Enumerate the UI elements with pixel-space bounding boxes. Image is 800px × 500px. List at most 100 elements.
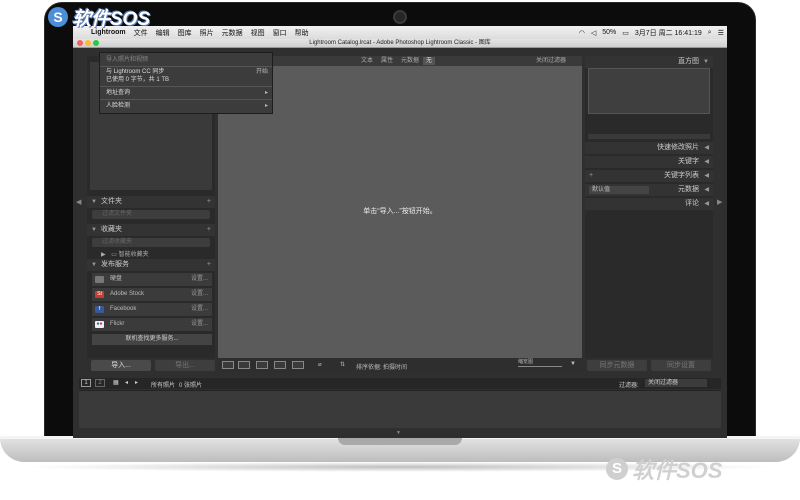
menu-library[interactable]: 图库 <box>174 28 196 38</box>
sync-label: 与 Lightroom CC 同步 <box>106 69 165 75</box>
forward-icon[interactable]: ▸ <box>135 379 138 386</box>
sync-start-action[interactable]: 开始 <box>256 68 268 76</box>
lightroom-app: ◀ ▶ ▼ 文件夹 + 过滤文件夹 ▼ 收藏夹 + 过滤收藏夹 ▶ ▭ 智能收藏夹 … <box>73 48 727 438</box>
filmstrip-filter-label: 过滤器: <box>619 383 639 389</box>
settings-link[interactable]: 设置... <box>191 303 208 316</box>
settings-link[interactable]: 设置... <box>191 273 208 286</box>
metadata-header[interactable]: 默认值 元数据 ◀ <box>585 184 713 196</box>
publish-services-header[interactable]: ▼ 发布服务 + <box>87 259 215 271</box>
spray-can-icon[interactable]: ⌀ <box>318 361 322 368</box>
library-toolbar: ⌀ ⇅ 排序依据: 拍摄时间 缩览图 ▼ <box>218 358 582 372</box>
filter-attribute-tab[interactable]: 属性 <box>378 57 396 65</box>
volume-icon[interactable]: ◁ <box>588 29 599 37</box>
export-button[interactable]: 导出... <box>155 360 215 371</box>
filmstrip-filter-select[interactable]: 关闭过滤器 <box>645 379 707 387</box>
histogram-display <box>588 68 710 114</box>
add-collection-icon[interactable]: + <box>207 224 211 236</box>
find-more-services-button[interactable]: 联机查找更多服务... <box>92 334 212 345</box>
filter-text-tab[interactable]: 文本 <box>358 57 376 65</box>
service-name: Facebook <box>110 306 137 312</box>
notification-icon[interactable]: ☰ <box>715 29 727 37</box>
flickr-service[interactable]: ●● Flickr 设置... <box>92 318 212 331</box>
empty-catalog-prompt: 单击“导入...”按钮开始。 <box>363 208 437 215</box>
quick-develop-header[interactable]: 快速修改照片 ◀ <box>585 142 713 154</box>
watermark-bottom: S 软件SOS <box>606 454 722 484</box>
search-icon[interactable]: ⌕ <box>705 29 715 37</box>
primary-window-button[interactable]: 1 <box>81 379 91 387</box>
smart-collections-item[interactable]: ▶ ▭ 智能收藏夹 <box>101 249 149 258</box>
menu-view[interactable]: 视图 <box>247 28 269 38</box>
sync-metadata-button[interactable]: 同步元数据 <box>587 360 647 371</box>
people-view-icon[interactable] <box>292 361 304 369</box>
grid-view-icon[interactable] <box>222 361 234 369</box>
left-panel-toggle[interactable]: ◀ <box>76 198 81 206</box>
keywording-header[interactable]: 关键字 ◀ <box>585 156 713 168</box>
keyword-list-header[interactable]: + 关键字列表 ◀ <box>585 170 713 182</box>
back-icon[interactable]: ◂ <box>125 379 128 386</box>
thumbnail-size-label: 缩览图 <box>518 359 534 365</box>
collections-label: 收藏夹 <box>100 226 122 233</box>
facebook-service[interactable]: f Facebook 设置... <box>92 303 212 316</box>
hard-drive-icon <box>95 276 104 283</box>
add-service-icon[interactable]: + <box>207 259 211 271</box>
wifi-icon[interactable]: ◠ <box>576 29 588 37</box>
comments-header[interactable]: 评论 ◀ <box>585 198 713 210</box>
filmstrip-header: 1 2 ▦ ◂ ▸ 所有照片 0 张照片 过滤器: 关闭过滤器 <box>79 378 721 389</box>
thumbnail-size-slider[interactable] <box>518 366 562 367</box>
clock[interactable]: 3月7日 周二 16:41:19 <box>632 28 705 38</box>
sort-direction-icon[interactable]: ⇅ <box>340 361 345 368</box>
collections-header[interactable]: ▼ 收藏夹 + <box>87 224 215 236</box>
sync-menu-item[interactable]: 与 Lightroom CC 同步 开始 <box>106 68 268 76</box>
filter-preset-select[interactable]: 关闭过滤器 <box>533 57 569 65</box>
service-name: 硬盘 <box>110 276 123 282</box>
menu-separator <box>100 86 272 87</box>
folders-header[interactable]: ▼ 文件夹 + <box>87 196 215 208</box>
filmstrip-source-label[interactable]: 所有照片 <box>151 380 175 389</box>
hard-drive-service[interactable]: 硬盘 设置... <box>92 273 212 286</box>
menu-separator <box>100 99 272 100</box>
filmstrip-toggle[interactable]: ▼ <box>396 430 401 436</box>
menu-edit[interactable]: 编辑 <box>152 28 174 38</box>
settings-link[interactable]: 设置... <box>191 318 208 331</box>
sort-select[interactable]: 拍摄时间 <box>383 362 407 371</box>
address-lookup-item[interactable]: 地址查询 ▸ <box>106 89 268 97</box>
quick-develop-label: 快速修改照片 <box>657 144 699 151</box>
menu-metadata[interactable]: 元数据 <box>218 28 247 38</box>
folder-icon: ▭ <box>111 252 117 258</box>
import-button[interactable]: 导入... <box>91 360 151 371</box>
toolbar-menu-icon[interactable]: ▼ <box>570 361 576 367</box>
settings-link[interactable]: 设置... <box>191 288 208 301</box>
filter-metadata-tab[interactable]: 元数据 <box>398 57 422 65</box>
collapse-icon: ▼ <box>91 262 97 268</box>
folder-filter-input[interactable]: 过滤文件夹 <box>92 210 210 219</box>
filter-none-tab[interactable]: 无 <box>423 57 436 65</box>
address-lookup-label: 地址查询 <box>106 90 131 96</box>
service-name: Flickr <box>110 321 125 327</box>
loupe-view-icon[interactable] <box>238 361 250 369</box>
collection-filter-input[interactable]: 过滤收藏夹 <box>92 238 210 247</box>
battery-icon[interactable]: ▭ <box>619 29 632 37</box>
menu-photo[interactable]: 照片 <box>196 28 218 38</box>
menu-window[interactable]: 窗口 <box>269 28 291 38</box>
battery-percent[interactable]: 50% <box>599 29 619 36</box>
add-keyword-icon[interactable]: + <box>589 170 593 182</box>
secondary-window-button[interactable]: 2 <box>95 379 105 387</box>
submenu-arrow-icon: ▸ <box>264 90 268 96</box>
expand-icon: ◀ <box>704 201 709 207</box>
survey-view-icon[interactable] <box>274 361 286 369</box>
metadata-label: 元数据 <box>678 186 699 193</box>
adobe-stock-service[interactable]: St Adobe Stock 设置... <box>92 288 212 301</box>
facebook-icon: f <box>95 306 104 313</box>
histogram-header[interactable]: 直方图 ▼ <box>585 56 713 68</box>
face-detection-item[interactable]: 人脸检测 ▸ <box>106 102 268 110</box>
right-panel-toggle[interactable]: ▶ <box>717 198 722 206</box>
add-folder-icon[interactable]: + <box>207 196 211 208</box>
compare-view-icon[interactable] <box>256 361 268 369</box>
submenu-arrow-icon: ▸ <box>264 103 268 109</box>
sync-settings-button[interactable]: 同步设置 <box>651 360 711 371</box>
smart-collections-label: 智能收藏夹 <box>118 252 149 258</box>
metadata-preset-select[interactable]: 默认值 <box>589 186 649 194</box>
histogram-info-bar <box>588 134 710 139</box>
grid-icon[interactable]: ▦ <box>113 379 119 386</box>
menu-help[interactable]: 帮助 <box>291 28 313 38</box>
